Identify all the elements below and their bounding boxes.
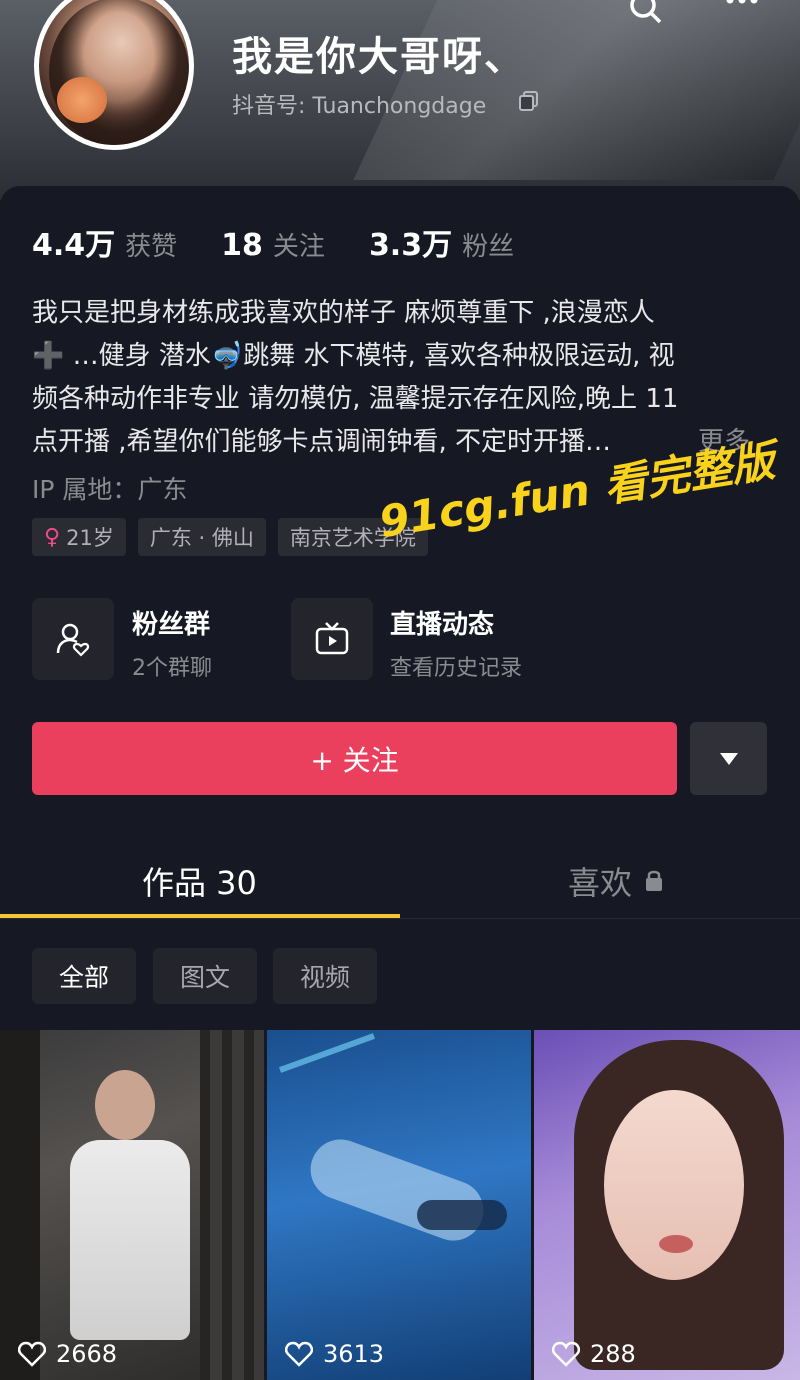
video-thumbnail[interactable]: 3613 (267, 1030, 531, 1380)
likes-count: 2668 (56, 1340, 118, 1368)
heart-icon (18, 1341, 46, 1367)
tab-likes[interactable]: 喜欢 (568, 858, 632, 904)
age-tag: ♀ 21岁 (32, 518, 126, 556)
tag-list: ♀ 21岁 广东 · 佛山 南京艺术学院 (32, 518, 428, 556)
video-thumbnail[interactable]: 2668 (0, 1030, 264, 1380)
copy-icon[interactable] (518, 90, 540, 112)
likes-count: 288 (590, 1340, 636, 1368)
tab-works[interactable]: 作品 30 (142, 858, 257, 904)
age-label: 21岁 (66, 526, 114, 550)
search-icon[interactable] (628, 0, 664, 26)
female-icon: ♀ (44, 524, 61, 550)
following-count[interactable]: 18 (221, 228, 263, 263)
video-thumbnail[interactable]: 288 (534, 1030, 800, 1380)
followers-label[interactable]: 粉丝 (462, 226, 514, 263)
likes-indicator: 3613 (285, 1340, 384, 1368)
likes-indicator: 2668 (18, 1340, 117, 1368)
likes-count[interactable]: 4.4万 (32, 220, 115, 264)
likes-label[interactable]: 获赞 (125, 226, 177, 263)
filter-image-text[interactable]: 图文 (153, 948, 257, 1004)
live-subtitle: 查看历史记录 (390, 656, 523, 681)
location-tag[interactable]: 广东 · 佛山 (137, 518, 266, 556)
fan-group-tile[interactable] (32, 598, 114, 680)
filter-video[interactable]: 视频 (273, 948, 377, 1004)
stats-row: 4.4万 获赞 18 关注 3.3万 粉丝 (32, 220, 558, 263)
caret-down-icon (719, 752, 738, 765)
following-label[interactable]: 关注 (273, 226, 325, 263)
live-tile[interactable] (291, 598, 373, 680)
nickname: 我是你大哥呀、 (232, 34, 526, 80)
likes-count: 3613 (323, 1340, 385, 1368)
heart-icon (552, 1341, 580, 1367)
bio: 我只是把身材练成我喜欢的样子 麻烦尊重下 ,浪漫恋人 ➕ …健身 潜水🤿跳舞 水… (32, 292, 762, 464)
lock-icon (646, 870, 662, 891)
fan-group-title[interactable]: 粉丝群 (132, 604, 210, 641)
bio-line: 频各种动作非专业 请勿模仿, 温馨提示存在风险,晚上 11 (32, 384, 679, 414)
more-icon[interactable] (722, 0, 762, 12)
heart-icon (285, 1341, 313, 1367)
likes-indicator: 288 (552, 1340, 636, 1368)
live-title[interactable]: 直播动态 (390, 604, 494, 641)
followers-count[interactable]: 3.3万 (369, 220, 452, 264)
tv-icon (315, 622, 349, 655)
bio-line: ➕ …健身 潜水🤿跳舞 水下模特, 喜欢各种极限运动, 视 (32, 341, 675, 371)
follow-button[interactable]: + 关注 (32, 722, 677, 795)
fan-group-subtitle: 2个群聊 (132, 656, 212, 681)
tab-likes-label: 喜欢 (568, 864, 633, 902)
douyin-id: 抖音号: Tuanchongdage (232, 94, 487, 119)
fan-group-icon (56, 623, 90, 657)
tab-divider (0, 918, 800, 919)
ip-location: IP 属地：广东 (32, 475, 188, 504)
bio-line: 我只是把身材练成我喜欢的样子 麻烦尊重下 ,浪漫恋人 (32, 298, 655, 328)
filter-all[interactable]: 全部 (32, 948, 136, 1004)
dropdown-button[interactable] (690, 722, 767, 795)
